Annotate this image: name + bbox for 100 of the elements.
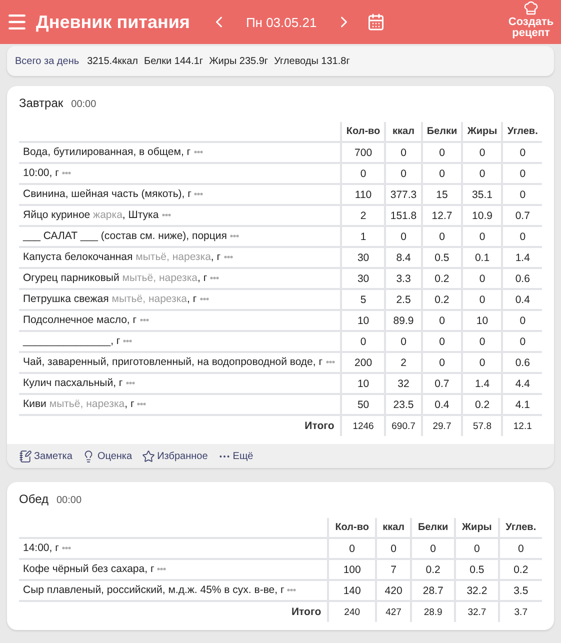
food-name[interactable]: Яйцо куриное жарка, Штука <box>19 205 342 226</box>
table-cell: 151.8 <box>385 205 422 226</box>
table-cell: 1.4 <box>502 247 542 268</box>
food-name[interactable]: Вода, бутилированная, в общем, г <box>19 142 342 163</box>
table-cell: 32.2 <box>455 580 499 601</box>
more-icon[interactable] <box>224 255 233 260</box>
table-cell: 0.4 <box>422 394 462 415</box>
table-cell: 0 <box>502 163 542 184</box>
table-cell: 0 <box>328 538 376 559</box>
table-cell: 0 <box>422 310 462 331</box>
more-icon[interactable] <box>194 192 204 196</box>
column-header: Белки <box>411 518 456 538</box>
action-button[interactable]: Избранное <box>142 450 208 462</box>
note-icon <box>19 450 32 462</box>
total-cell: 3.7 <box>498 601 542 622</box>
table-cell: 3.3 <box>385 268 422 289</box>
food-name[interactable]: Кофе чёрный без сахара, г <box>19 559 328 580</box>
column-header: Кол-во <box>341 122 386 142</box>
more-icon[interactable] <box>162 213 171 218</box>
column-header: Кол-во <box>328 518 376 538</box>
table-cell: 2 <box>341 205 386 226</box>
food-name[interactable]: Киви мытьё, нарезка, г <box>19 394 342 415</box>
table-cell: 89.9 <box>385 310 422 331</box>
table-cell: 0 <box>462 268 502 289</box>
column-header: ккал <box>376 518 412 538</box>
table-cell: 0 <box>341 331 386 352</box>
meal-time: 00:00 <box>56 495 82 506</box>
table-cell: 10 <box>341 310 386 331</box>
table-cell: 3.5 <box>498 580 542 601</box>
summary-carbs: Углеводы 131.8г <box>274 56 350 66</box>
table-cell: 0 <box>462 163 502 184</box>
table-cell: 0.2 <box>462 394 502 415</box>
food-name[interactable]: Петрушка свежая мытьё, нарезка, г <box>19 289 342 310</box>
table-cell: 4.1 <box>502 394 542 415</box>
more-icon[interactable] <box>210 276 220 280</box>
table-cell: 0.4 <box>502 289 542 310</box>
table-cell: 0.2 <box>411 559 456 580</box>
more-icon[interactable] <box>194 150 203 154</box>
total-label: Итого <box>19 415 342 436</box>
food-name[interactable]: Кулич пасхальный, г <box>19 373 342 394</box>
summary-kcal: 3215.4ккал <box>87 56 138 66</box>
food-name[interactable]: Сыр плавленый, российский, м.д.ж. 45% в сух. в-ве, г <box>19 580 328 601</box>
food-name[interactable]: Свинина, шейная часть (мякоть), г <box>19 184 342 205</box>
meal-title: Обед <box>19 492 48 506</box>
table-cell: 23.5 <box>385 394 422 415</box>
meal-time: 00:00 <box>71 99 96 110</box>
table-cell: 2 <box>385 352 422 373</box>
table-cell: 0 <box>422 331 462 352</box>
more-icon[interactable] <box>200 297 209 302</box>
chef-hat-icon <box>523 0 539 16</box>
food-name[interactable]: Капуста белокочанная мытьё, нарезка, г <box>19 247 342 268</box>
food-name[interactable]: Подсолнечное масло, г <box>19 310 342 331</box>
more-icon[interactable] <box>157 567 166 572</box>
food-name[interactable]: 10:00, г <box>19 163 342 184</box>
table-cell: 100 <box>328 559 376 580</box>
column-header: Углев. <box>502 122 542 142</box>
more-icon[interactable] <box>326 360 335 364</box>
table-cell: 15 <box>422 184 462 205</box>
table-cell: 0.5 <box>422 247 462 268</box>
table-cell: 0 <box>462 226 502 247</box>
column-header: Белки <box>422 122 462 142</box>
total-cell: 690.7 <box>385 415 422 436</box>
more-icon[interactable] <box>230 234 239 238</box>
table-cell: 0 <box>462 142 502 163</box>
table-cell: 30 <box>341 247 386 268</box>
table-cell: 1 <box>341 226 386 247</box>
table-cell: 0 <box>422 226 462 247</box>
total-cell: 32.7 <box>455 601 499 622</box>
more-icon[interactable] <box>287 588 296 592</box>
calendar-icon[interactable] <box>366 13 385 31</box>
food-name[interactable]: 14:00, г <box>19 538 328 559</box>
total-cell: 12.1 <box>502 415 542 436</box>
food-name[interactable]: Чай, заваренный, приготовленный, на водопроводной воде, г <box>19 352 342 373</box>
total-cell: 28.9 <box>411 601 456 622</box>
table-cell: 35.1 <box>462 184 502 205</box>
more-icon[interactable] <box>140 318 149 322</box>
total-cell: 427 <box>376 601 412 622</box>
table-cell: 28.7 <box>411 580 456 601</box>
table-cell: 0.5 <box>455 559 499 580</box>
table-cell: 0.1 <box>462 247 502 268</box>
table-cell: 0 <box>376 538 412 559</box>
column-header: Углев. <box>498 518 542 538</box>
more-icon[interactable] <box>62 171 71 176</box>
column-header: ккал <box>385 122 422 142</box>
total-cell: 1246 <box>341 415 386 436</box>
more-icon[interactable] <box>62 546 71 550</box>
table-cell: 0 <box>411 538 456 559</box>
more-icon[interactable] <box>126 381 135 386</box>
more-icon[interactable] <box>123 339 132 344</box>
table-cell: 0 <box>385 163 422 184</box>
table-cell: 1.4 <box>462 373 502 394</box>
food-name[interactable]: ___ САЛАТ ___ (состав см. ниже), порция <box>19 226 342 247</box>
action-button[interactable]: Заметка <box>19 450 72 462</box>
food-name[interactable]: _______________, г <box>19 331 342 352</box>
more-icon[interactable] <box>137 402 146 406</box>
summary-fat: Жиры 235.9г <box>209 56 268 66</box>
app-title: Дневник питания <box>36 12 190 32</box>
action-button[interactable]: Оценка <box>82 450 132 462</box>
food-name[interactable]: Огурец парниковый мытьё, нарезка, г <box>19 268 342 289</box>
action-button[interactable]: Ещё <box>218 450 254 462</box>
